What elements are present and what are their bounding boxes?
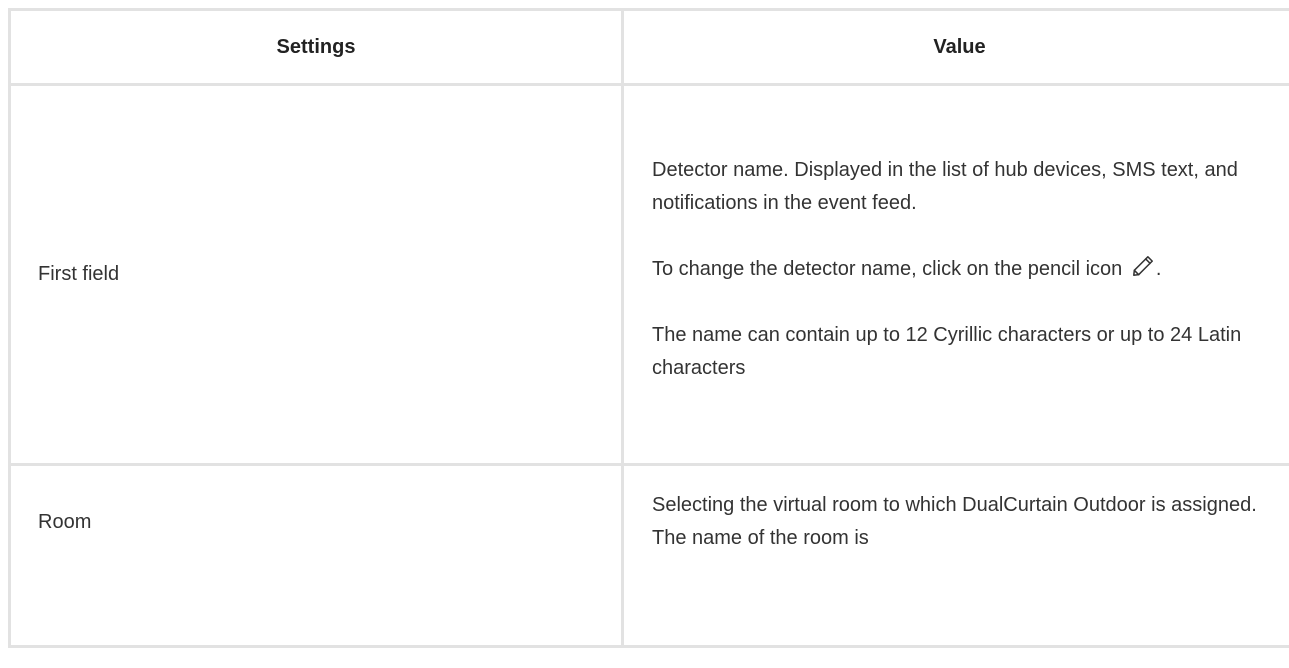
pencil-icon bbox=[1130, 253, 1156, 279]
setting-value-cell: Selecting the virtual room to which Dual… bbox=[623, 465, 1289, 647]
settings-table-container: Settings Value First field Detector name… bbox=[8, 8, 1289, 668]
value-paragraph: Selecting the virtual room to which Dual… bbox=[652, 489, 1275, 555]
icon-trailing-period: . bbox=[1156, 258, 1162, 280]
table-row: First field Detector name. Displayed in … bbox=[10, 85, 1289, 465]
setting-name-cell: First field bbox=[10, 85, 623, 465]
value-paragraph: Detector name. Displayed in the list of … bbox=[652, 154, 1275, 220]
header-value: Value bbox=[623, 10, 1289, 85]
setting-value-cell: Detector name. Displayed in the list of … bbox=[623, 85, 1289, 465]
value-paragraph-text: To change the detector name, click on th… bbox=[652, 258, 1122, 280]
value-paragraph: The name can contain up to 12 Cyrillic c… bbox=[652, 319, 1275, 385]
value-paragraph-with-icon: To change the detector name, click on th… bbox=[652, 253, 1275, 286]
settings-table: Settings Value First field Detector name… bbox=[8, 8, 1289, 648]
header-settings: Settings bbox=[10, 10, 623, 85]
setting-name-cell: Room bbox=[10, 465, 623, 647]
table-header-row: Settings Value bbox=[10, 10, 1289, 85]
table-row: Room Selecting the virtual room to which… bbox=[10, 465, 1289, 647]
